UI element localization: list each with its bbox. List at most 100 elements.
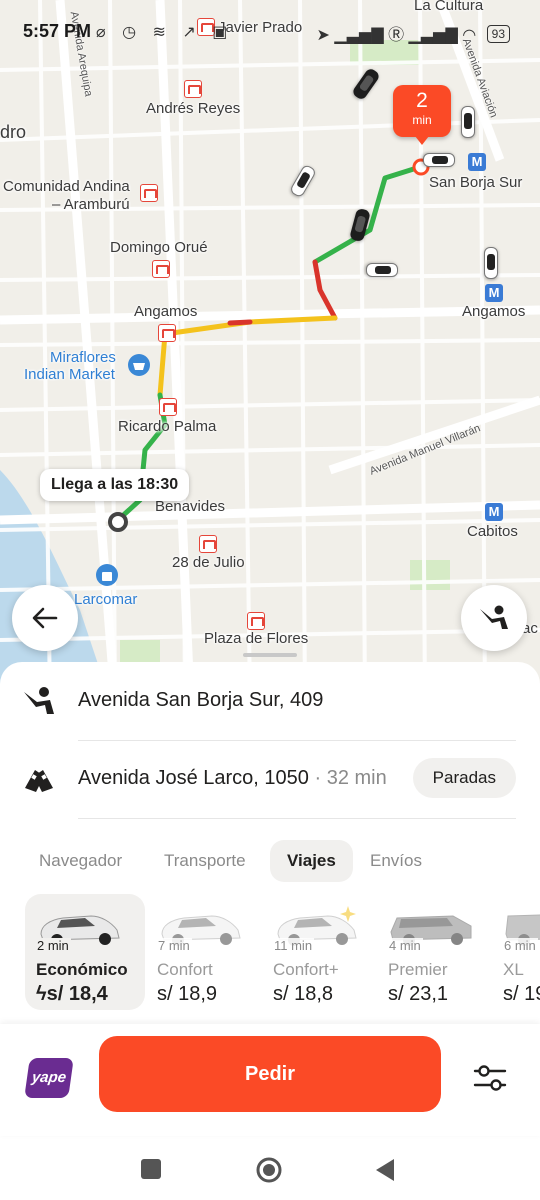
tariff-eta: 6 min <box>502 938 538 953</box>
tab-navegador[interactable]: Navegador <box>22 840 139 882</box>
tariff-price-line: ϟs/ 18,4 <box>36 983 108 1006</box>
tariff-name: Confort <box>157 960 213 979</box>
person-waving-icon <box>480 605 508 629</box>
trip-duration: 32 min <box>326 767 387 789</box>
tab-envios[interactable]: Envíos <box>353 840 439 882</box>
arrow-left-icon <box>32 607 58 629</box>
taxi-car-icon <box>484 247 498 279</box>
map-label-indian-market: Indian Market <box>24 366 115 383</box>
location-icon: ➤ <box>316 27 330 44</box>
signal-icon: ▁▃▅▇ <box>334 27 384 44</box>
map-label-comunidad-andina: Comunidad Andina <box>3 178 130 195</box>
back-button[interactable] <box>12 585 78 651</box>
tariff-card-confort[interactable]: 7 min Confort s/ 18,9 <box>146 894 266 1010</box>
notification-icons: ⌀ ◷ ≋ ↗ ▣ <box>96 24 234 41</box>
pickup-eta-pin[interactable]: 2 min <box>393 85 451 145</box>
map-label-comunidad-andina-2: – Aramburú <box>52 196 130 213</box>
tariff-carousel[interactable]: 2 min Económico ϟs/ 18,4 7 min Confort s… <box>0 894 540 1014</box>
metro-line-icon: M <box>485 284 503 302</box>
metro-station-icon <box>199 535 217 553</box>
tariff-price: s/ 19 <box>503 983 540 1005</box>
pickup-address-row[interactable]: Avenida San Borja Sur, 409 <box>0 662 540 738</box>
tariff-name: Confort+ <box>273 960 339 979</box>
tariff-price: s/ 18,9 <box>157 983 218 1005</box>
metro-line-icon: M <box>468 153 486 171</box>
tariff-eta: 2 min <box>35 938 71 953</box>
signal-icon: ▁▃▅▇ <box>408 27 458 44</box>
system-navigation-bar <box>0 1148 540 1200</box>
roaming-icon: Ⓡ <box>388 27 405 44</box>
order-button[interactable]: Pedir <box>99 1036 441 1112</box>
circle-icon <box>256 1157 282 1183</box>
map-label-dro: dro <box>0 122 27 142</box>
arrival-time-bubble: Llega a las 18:30 <box>40 469 190 501</box>
square-icon <box>141 1159 161 1179</box>
bottom-sheet: Avenida San Borja Sur, 409 Avenida José … <box>0 653 540 1200</box>
tariff-name: Premier <box>388 960 448 979</box>
home-button[interactable] <box>255 1156 283 1189</box>
divider <box>78 818 516 819</box>
map-label-28-de-julio: 28 de Julio <box>172 554 245 571</box>
map-label-ricardo-palma: Ricardo Palma <box>118 418 217 435</box>
stops-button[interactable]: Paradas <box>412 758 516 798</box>
tariff-price: s/ 18,8 <box>273 983 334 1005</box>
order-action-bar: yape Pedir <box>0 1024 540 1136</box>
shopping-basket-icon <box>128 354 150 376</box>
tab-transporte[interactable]: Transporte <box>147 840 263 882</box>
triangle-back-icon <box>376 1159 394 1181</box>
tariff-name: Económico <box>36 960 128 979</box>
map-label-angamos: Angamos <box>134 303 198 320</box>
taxi-car-icon <box>366 263 398 277</box>
metro-station-icon <box>152 260 170 278</box>
metro-station-icon <box>159 398 177 416</box>
sheet-drag-handle[interactable] <box>243 653 297 657</box>
status-right-icons: ➤ ▁▃▅▇ Ⓡ ▁▃▅▇ ◠ 93 <box>317 21 510 45</box>
eta-pin-value: 2 <box>416 89 428 112</box>
map-label-larcomar: Larcomar <box>74 591 138 608</box>
tariff-eta: 4 min <box>387 938 423 953</box>
tariff-card-premier[interactable]: 4 min Premier s/ 23,1 <box>377 894 497 1010</box>
taxi-car-icon <box>461 106 475 138</box>
tariff-name: XL <box>503 960 524 979</box>
meta-separator: · <box>308 767 327 789</box>
tariff-price: s/ 23,1 <box>388 983 449 1005</box>
map-label-angamos-right: Angamos <box>462 303 526 320</box>
metro-station-icon <box>184 80 202 98</box>
tariff-card-xl[interactable]: 6 min XL s/ 19 <box>492 894 540 1010</box>
map-label-san-borja-sur: San Borja Sur <box>429 174 523 191</box>
metro-station-icon <box>247 612 265 630</box>
status-time: 5:57 PM <box>23 21 92 41</box>
map-label-cabitos: Cabitos <box>467 523 518 540</box>
tariff-card-confort-plus[interactable]: 11 min Confort+ s/ 18,8 <box>262 894 382 1010</box>
system-back-button[interactable] <box>374 1158 396 1187</box>
checkered-flags-icon <box>25 770 53 792</box>
shopping-bag-icon <box>96 564 118 586</box>
metro-station-icon <box>140 184 158 202</box>
tariff-price: s/ 18,4 <box>46 983 108 1005</box>
eta-pin-unit: min <box>412 113 432 127</box>
status-bar: 5:57 PM ⌀ ◷ ≋ ↗ ▣ ➤ ▁▃▅▇ Ⓡ ▁▃▅▇ ◠ 93 <box>0 14 540 46</box>
metro-line-icon: M <box>485 503 503 521</box>
map-label-miraflores: Miraflores <box>50 349 116 366</box>
order-settings-button[interactable] <box>470 1058 510 1098</box>
destination-address-line: Avenida José Larco, 1050 · 32 min <box>78 767 387 790</box>
recent-apps-button[interactable] <box>140 1158 162 1185</box>
map-label-domingo-orue: Domingo Orué <box>110 239 208 256</box>
lightning-icon: ϟ <box>36 983 47 1005</box>
battery-icon: 93 <box>486 25 510 43</box>
metro-station-icon <box>158 324 176 342</box>
map-label-la-cultura: La Cultura <box>414 0 484 14</box>
tab-viajes[interactable]: Viajes <box>270 840 353 882</box>
map-label-andres-reyes: Andrés Reyes <box>146 100 241 117</box>
map-label-plaza-de-flores: Plaza de Flores <box>204 630 309 647</box>
taxi-car-icon <box>423 153 455 167</box>
tariff-eta: 11 min <box>272 938 315 953</box>
hail-location-button[interactable] <box>461 585 527 651</box>
map-view[interactable]: La Cultura Javier Prado Andrés Reyes dro… <box>0 0 540 700</box>
pickup-address: Avenida San Borja Sur, 409 <box>78 689 324 711</box>
person-waving-icon <box>24 687 54 714</box>
yape-payment-button[interactable]: yape <box>24 1058 74 1098</box>
tariff-card-economico[interactable]: 2 min Económico ϟs/ 18,4 <box>25 894 145 1010</box>
wifi-icon: ◠ <box>462 27 477 44</box>
destination-address: Avenida José Larco, 1050 <box>78 767 309 789</box>
